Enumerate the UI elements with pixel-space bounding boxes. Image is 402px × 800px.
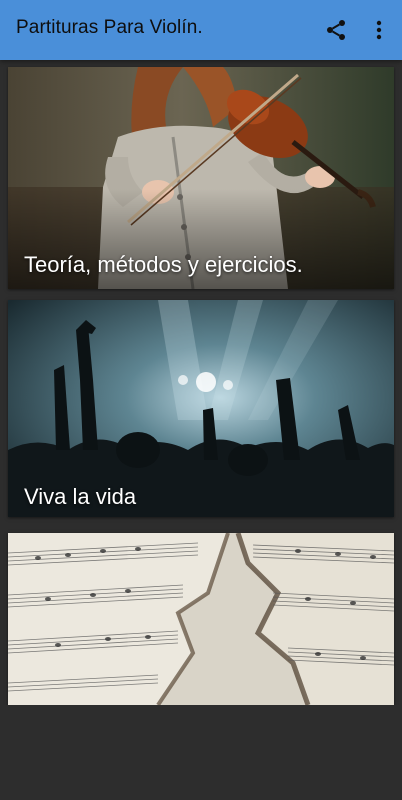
sheet-music-photo <box>8 533 394 705</box>
category-card-sheet-music[interactable] <box>8 533 394 705</box>
category-card-theory[interactable]: Teoría, métodos y ejercicios. <box>8 67 394 289</box>
empty-area <box>0 705 402 800</box>
app-bar: Partituras Para Violín. <box>0 0 402 60</box>
share-button[interactable] <box>320 14 352 46</box>
share-icon <box>327 20 345 40</box>
category-card-viva-la-vida[interactable]: Viva la vida <box>8 300 394 517</box>
card-label: Teoría, métodos y ejercicios. <box>24 252 303 277</box>
app-title: Partituras Para Violín. <box>16 17 203 38</box>
more-vert-icon <box>376 20 382 40</box>
card-label: Viva la vida <box>24 484 137 509</box>
overflow-menu-button[interactable] <box>363 14 395 46</box>
